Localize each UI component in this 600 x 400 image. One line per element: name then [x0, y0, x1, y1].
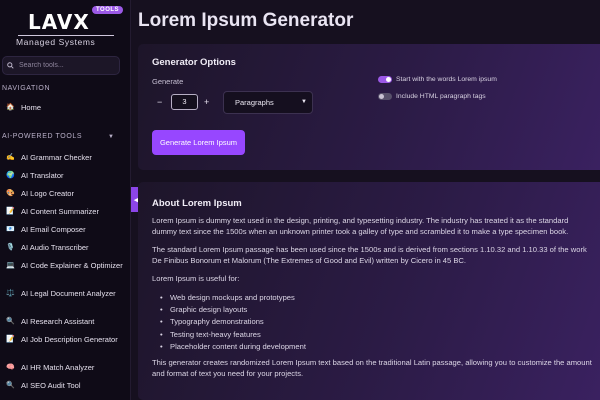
list-item: Graphic design layouts [158, 304, 306, 316]
brain-icon: 🧠 [6, 364, 15, 371]
ai-tools-heading[interactable]: AI-POWERED TOOLS [2, 133, 82, 140]
about-heading: About Lorem Ipsum [152, 198, 242, 209]
sidebar-item-label: AI Audio Transcriber [21, 243, 89, 252]
generator-options-card: Generator Options Generate − 3 + Paragra… [138, 44, 600, 170]
html-tags-toggle-row[interactable]: Include HTML paragraph tags [378, 93, 486, 100]
notepad-icon: 📝 [6, 336, 15, 343]
sidebar-item-label: AI Research Assistant [21, 317, 95, 326]
list-item: Typography demonstrations [158, 316, 306, 328]
sidebar-item-translator[interactable]: 🌍 AI Translator [0, 171, 130, 189]
sidebar-item-label: AI Code Explainer & Optimizer [21, 261, 123, 270]
count-input[interactable]: 3 [171, 94, 198, 110]
sidebar-item-logo-creator[interactable]: 🎨 AI Logo Creator [0, 189, 130, 207]
start-lorem-toggle-row[interactable]: Start with the words Lorem ipsum [378, 76, 497, 83]
html-tags-toggle[interactable] [378, 93, 392, 100]
sidebar-item-label: AI Translator [21, 171, 64, 180]
sidebar-item-label: AI Logo Creator [21, 189, 74, 198]
search-input[interactable] [19, 62, 119, 69]
sidebar-item-grammar-checker[interactable]: ✍️ AI Grammar Checker [0, 153, 130, 171]
about-card: About Lorem Ipsum Lorem Ipsum is dummy t… [138, 182, 600, 400]
palette-icon: 🎨 [6, 190, 15, 197]
page-title: Lorem Ipsum Generator [138, 10, 354, 31]
sidebar-item-content-summarizer[interactable]: 📝 AI Content Summarizer [0, 207, 130, 225]
sidebar-item-label: AI SEO Audit Tool [21, 381, 81, 390]
generate-label: Generate [152, 77, 184, 86]
memo-icon: 📝 [6, 208, 15, 215]
sidebar-item-label: AI Grammar Checker [21, 153, 92, 162]
decrement-button[interactable]: − [157, 97, 162, 107]
uses-list: Web design mockups and prototypes Graphi… [158, 292, 306, 353]
start-lorem-toggle[interactable] [378, 76, 392, 83]
list-item: Web design mockups and prototypes [158, 292, 306, 304]
sidebar-item-research-assistant[interactable]: 🔍 AI Research Assistant [0, 317, 130, 335]
sidebar-item-audio-transcriber[interactable]: 🎙️ AI Audio Transcriber [0, 243, 130, 261]
sidebar-item-legal-analyzer[interactable]: ⚖️ AI Legal Document Analyzer [0, 289, 130, 317]
toggle-label: Include HTML paragraph tags [396, 93, 486, 100]
sidebar-item-label: AI Content Summarizer [21, 207, 99, 216]
globe-icon: 🌍 [6, 172, 15, 179]
options-heading: Generator Options [152, 57, 236, 68]
home-icon: 🏠 [6, 104, 15, 111]
scales-icon: ⚖️ [6, 290, 15, 297]
sidebar-item-label: AI Legal Document Analyzer [21, 289, 116, 298]
tool-search[interactable] [2, 56, 120, 75]
list-item: Placeholder content during development [158, 341, 306, 353]
laptop-icon: 💻 [6, 262, 15, 269]
magnifier-icon: 🔍 [6, 382, 15, 389]
tools-badge: TOOLS [92, 6, 124, 14]
sidebar-item-label: AI Email Composer [21, 225, 86, 234]
sidebar-item-email-composer[interactable]: 📧 AI Email Composer [0, 225, 130, 243]
logo-subtitle: Managed Systems [16, 37, 96, 47]
sidebar-item-label: AI Job Description Generator [21, 335, 118, 344]
pencil-icon: ✍️ [6, 154, 15, 161]
about-paragraph-2: The standard Lorem Ipsum passage has bee… [152, 245, 587, 266]
unit-select[interactable]: Paragraphs ▼ [223, 91, 313, 114]
about-paragraph-4: This generator creates randomized Lorem … [152, 358, 592, 379]
magnifier-icon: 🔍 [6, 318, 15, 325]
increment-button[interactable]: + [204, 97, 209, 107]
sidebar-item-job-description[interactable]: 📝 AI Job Description Generator [0, 335, 130, 363]
sidebar: LAVX TOOLS Managed Systems NAVIGATION 🏠 … [0, 0, 131, 400]
chevron-down-icon[interactable]: ▼ [108, 134, 114, 140]
sidebar-item-label: Home [21, 103, 42, 112]
generate-button[interactable]: Generate Lorem Ipsum [152, 130, 245, 155]
sidebar-item-home[interactable]: 🏠 Home [0, 103, 130, 113]
search-icon [7, 62, 14, 69]
about-paragraph-1: Lorem Ipsum is dummy text used in the de… [152, 216, 569, 237]
logo-divider [18, 35, 114, 36]
chevron-down-icon: ▼ [301, 99, 307, 105]
sidebar-item-label: AI HR Match Analyzer [21, 363, 95, 372]
microphone-icon: 🎙️ [6, 244, 15, 251]
ai-tools-list: ✍️ AI Grammar Checker 🌍 AI Translator 🎨 … [0, 153, 130, 399]
logo-wordmark: LAVX [28, 10, 90, 34]
list-item: Testing text-heavy features [158, 329, 306, 341]
nav-list: 🏠 Home [0, 103, 130, 113]
about-paragraph-3: Lorem Ipsum is useful for: [152, 274, 240, 283]
sidebar-item-code-explainer[interactable]: 💻 AI Code Explainer & Optimizer [0, 261, 130, 289]
brand-logo[interactable]: LAVX TOOLS Managed Systems [14, 6, 124, 47]
sidebar-item-hr-match[interactable]: 🧠 AI HR Match Analyzer [0, 363, 130, 381]
unit-select-value: Paragraphs [235, 98, 274, 107]
envelope-icon: 📧 [6, 226, 15, 233]
nav-section-heading: NAVIGATION [2, 85, 51, 92]
toggle-label: Start with the words Lorem ipsum [396, 76, 497, 83]
sidebar-item-seo-audit[interactable]: 🔍 AI SEO Audit Tool [0, 381, 130, 399]
